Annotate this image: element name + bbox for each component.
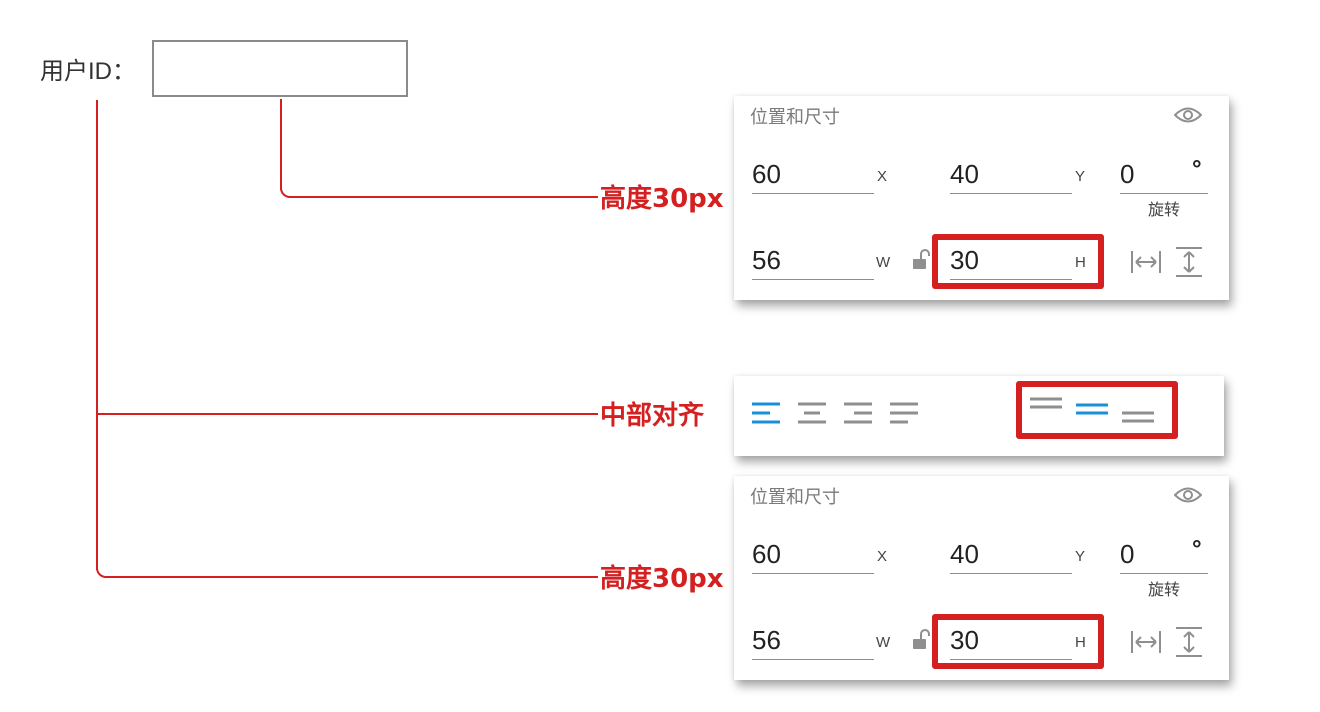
eye-icon[interactable] [1173, 106, 1203, 124]
rotation-unit: ° [1192, 156, 1202, 183]
x-field-underline [752, 573, 874, 574]
connector-label-vertical [96, 100, 98, 570]
eye-icon[interactable] [1173, 486, 1203, 504]
text-align-left-icon[interactable] [752, 402, 782, 424]
fit-width-icon[interactable] [1130, 628, 1162, 656]
h-axis-label: H [1075, 634, 1086, 651]
rotation-field-underline [1120, 193, 1208, 194]
unlock-icon[interactable] [912, 628, 930, 655]
h-axis-label: H [1075, 254, 1086, 271]
text-align-right-icon[interactable] [844, 402, 874, 424]
unlock-icon[interactable] [912, 248, 930, 275]
x-field[interactable]: 60 [752, 159, 781, 189]
y-field-underline [950, 573, 1072, 574]
position-size-panel-2: 位置和尺寸 60 X 40 Y 0 ° 旋转 56 W 30 H [734, 476, 1229, 680]
note-middle-align: 中部对齐 [600, 401, 705, 431]
panel-title: 位置和尺寸 [750, 487, 840, 507]
w-field[interactable]: 56 [752, 245, 781, 275]
vertical-align-middle-icon[interactable] [1076, 402, 1110, 418]
y-axis-label: Y [1075, 168, 1086, 185]
rotation-field-underline [1120, 573, 1208, 574]
rotation-field[interactable]: 0 [1120, 159, 1134, 189]
vertical-align-bottom-icon[interactable] [1122, 410, 1156, 426]
fit-height-icon[interactable] [1174, 246, 1204, 278]
user-id-input[interactable] [152, 40, 408, 97]
h-field[interactable]: 30 [950, 245, 979, 275]
x-axis-label: X [877, 168, 888, 185]
rotation-label: 旋转 [1148, 582, 1181, 599]
fit-width-icon[interactable] [1130, 248, 1162, 276]
rotation-label: 旋转 [1148, 202, 1181, 219]
user-id-label: 用户ID： [40, 58, 136, 85]
connector-input-horizontal [292, 196, 598, 198]
h-field[interactable]: 30 [950, 625, 979, 655]
text-align-center-icon[interactable] [798, 402, 828, 424]
connector-bottom-horizontal [108, 576, 598, 578]
text-align-justify-icon[interactable] [890, 402, 920, 424]
w-axis-label: W [876, 254, 891, 271]
y-axis-label: Y [1075, 548, 1086, 565]
w-field-underline [752, 659, 874, 660]
w-field-underline [752, 279, 874, 280]
panel-title: 位置和尺寸 [750, 107, 840, 127]
rotation-unit: ° [1192, 536, 1202, 563]
position-size-panel-1: 位置和尺寸 60 X 40 Y 0 ° 旋转 56 W 30 H [734, 96, 1229, 300]
w-axis-label: W [876, 634, 891, 651]
x-field[interactable]: 60 [752, 539, 781, 569]
y-field[interactable]: 40 [950, 159, 979, 189]
note-height-top: 高度30px [600, 184, 724, 214]
connector-middle-horizontal [96, 413, 598, 415]
y-field-underline [950, 193, 1072, 194]
note-height-bottom: 高度30px [600, 564, 724, 594]
h-field-underline [950, 279, 1072, 280]
rotation-field[interactable]: 0 [1120, 539, 1134, 569]
fit-height-icon[interactable] [1174, 626, 1204, 658]
x-axis-label: X [877, 548, 888, 565]
w-field[interactable]: 56 [752, 625, 781, 655]
x-field-underline [752, 193, 874, 194]
vertical-align-top-icon[interactable] [1030, 396, 1064, 412]
alignment-toolbar [734, 376, 1224, 456]
h-field-underline [950, 659, 1072, 660]
connector-input-vertical [280, 99, 282, 190]
y-field[interactable]: 40 [950, 539, 979, 569]
